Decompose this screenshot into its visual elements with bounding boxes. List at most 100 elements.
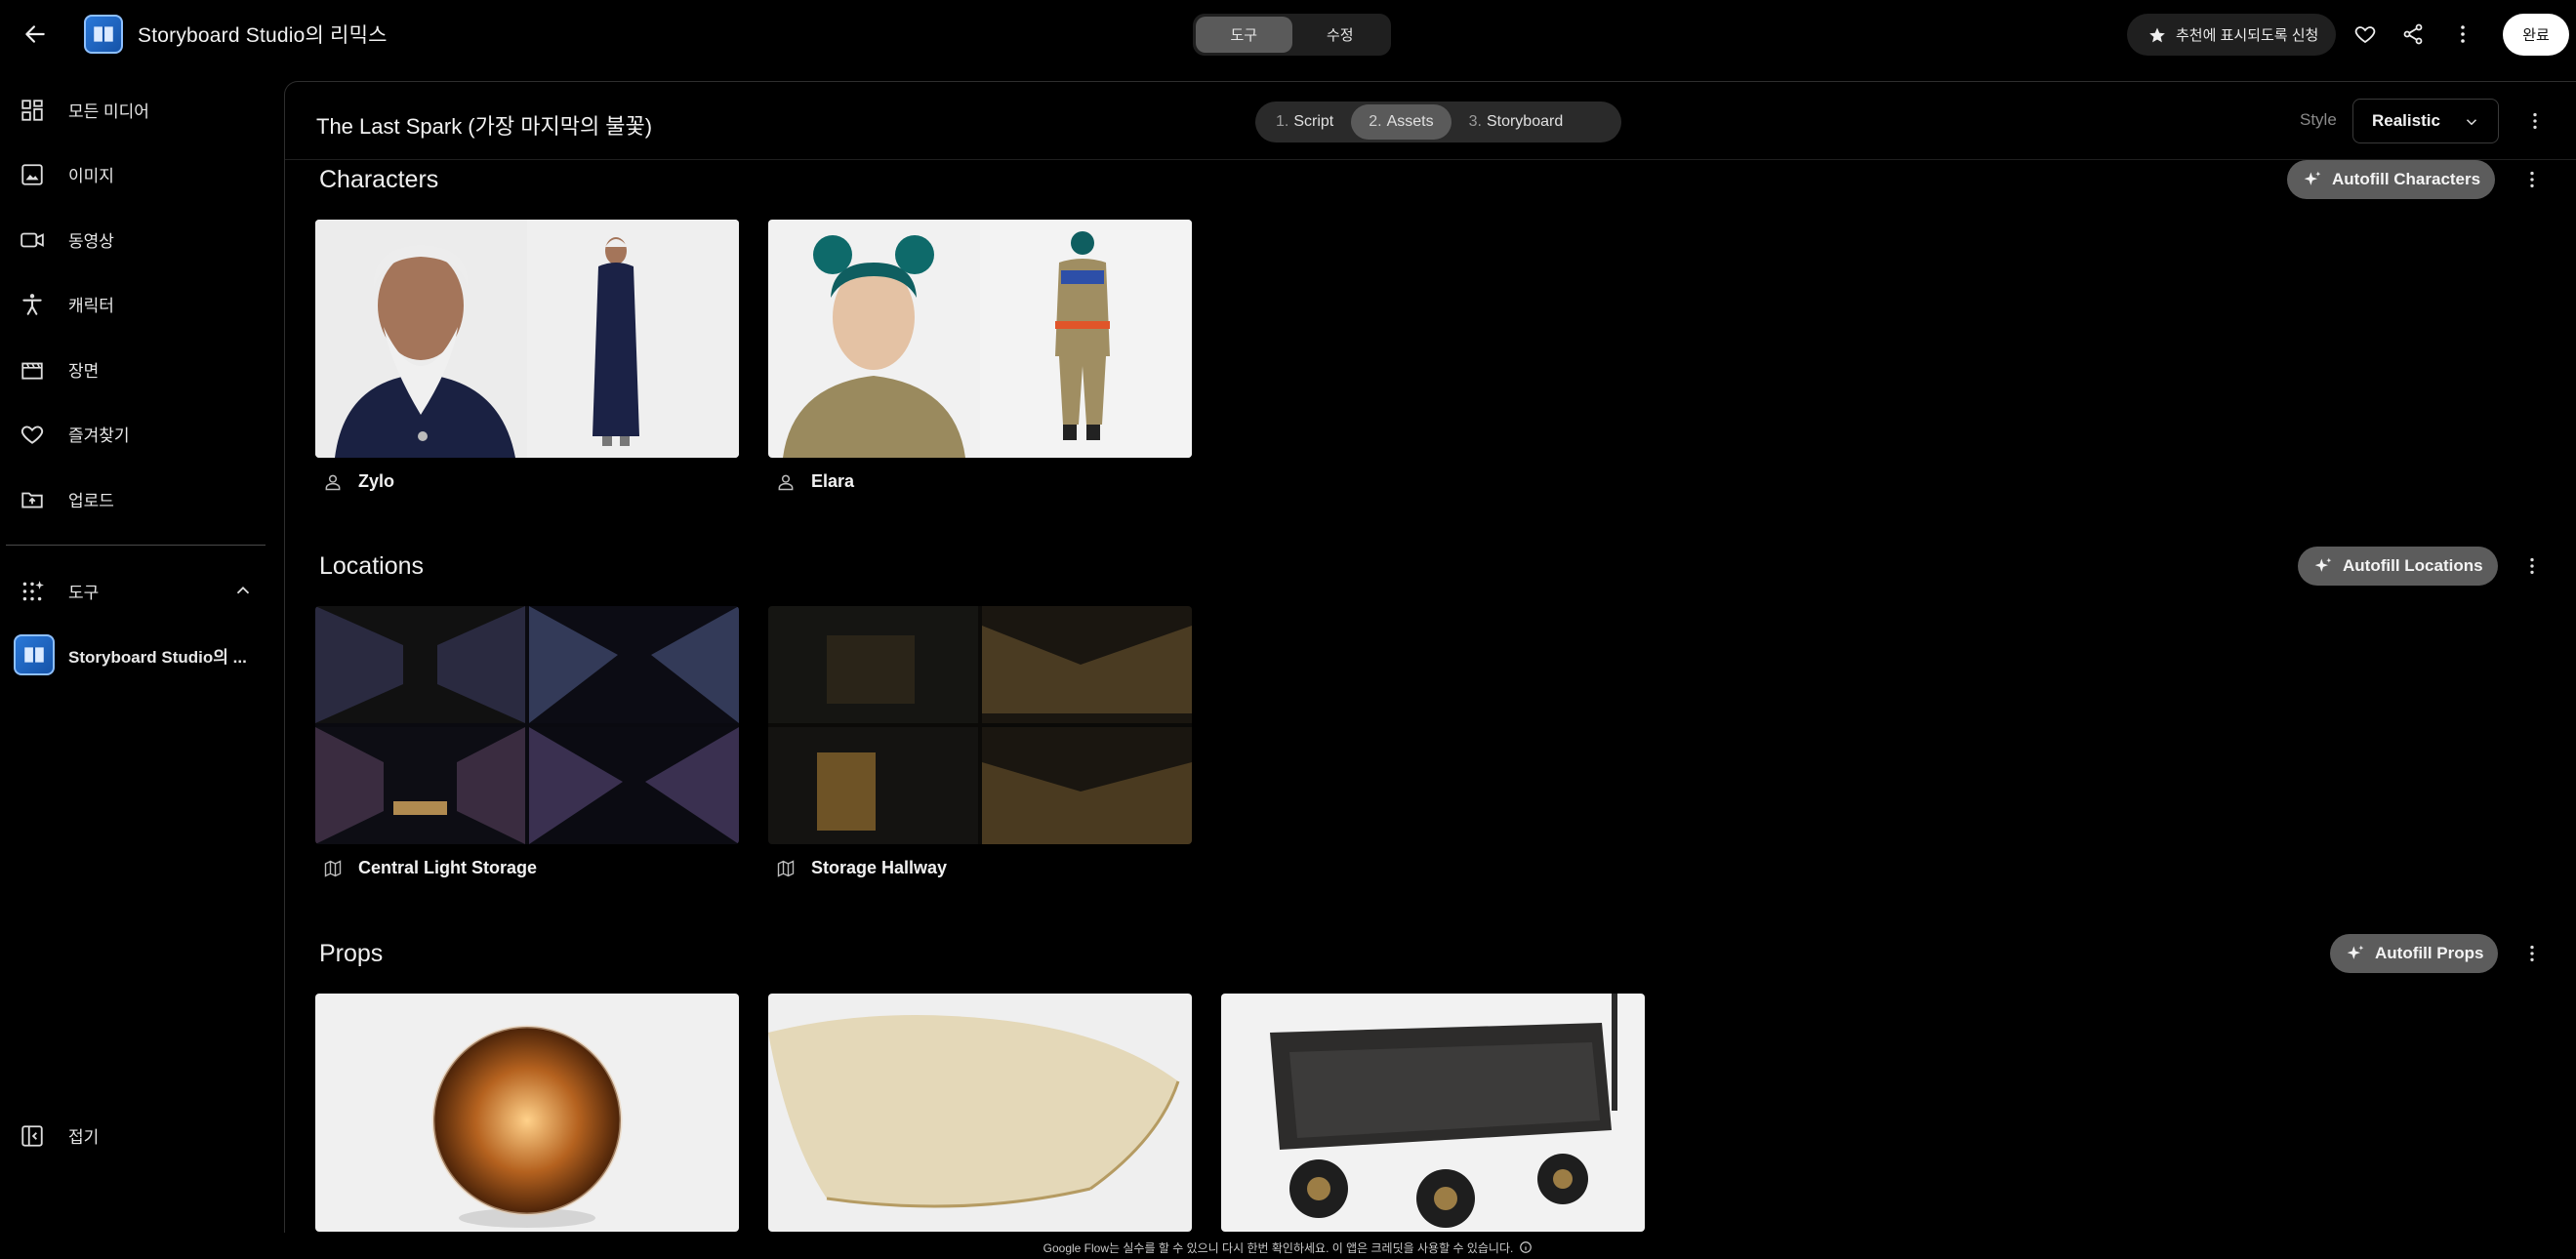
sidebar-item-label: 캐릭터 xyxy=(68,296,114,315)
person-outline-icon xyxy=(325,474,341,490)
share-button[interactable] xyxy=(2393,15,2433,54)
image-icon xyxy=(21,164,43,185)
sidebar-item-favorites[interactable]: 즐겨찾기 xyxy=(0,409,278,458)
star-icon xyxy=(2149,27,2165,42)
autofill-characters-label: Autofill Characters xyxy=(2332,170,2481,188)
sidebar-divider xyxy=(6,545,266,546)
character-image xyxy=(768,220,1192,458)
project-more-button[interactable] xyxy=(2520,106,2550,136)
card-caption: Elara xyxy=(776,471,854,492)
step-number: 1. xyxy=(1276,113,1289,130)
sparkle-grid-icon xyxy=(22,581,44,601)
sidebar-tools-label: 도구 xyxy=(68,583,100,602)
sidebar-collapse-button[interactable]: 접기 xyxy=(0,1111,278,1159)
footer-disclaimer: Google Flow는 실수를 할 수 있으니 다시 한번 확인하세요. 이 … xyxy=(0,1236,2576,1259)
more-vert-icon xyxy=(2461,25,2465,43)
more-vert-icon xyxy=(2530,557,2534,575)
person-outline-icon xyxy=(778,474,794,490)
upload-folder-icon xyxy=(21,492,43,508)
map-icon xyxy=(777,859,795,877)
request-featured-button[interactable]: 추천에 표시되도록 신청 xyxy=(2127,14,2336,56)
tab-edit[interactable]: 수정 xyxy=(1292,17,1389,53)
top-bar: Storyboard Studio의 리믹스 도구 수정 추천에 표시되도록 신… xyxy=(0,0,2576,68)
tab-storyboard[interactable]: 3. Storyboard xyxy=(1452,104,1581,140)
props-more-button[interactable] xyxy=(2517,939,2547,968)
sidebar-item-all-media[interactable]: 모든 미디어 xyxy=(0,85,278,134)
info-icon[interactable] xyxy=(1519,1240,1533,1254)
prop-image xyxy=(1221,994,1645,1232)
main-panel: The Last Spark (가장 마지막의 불꽃) 1. Script 2.… xyxy=(284,81,2576,1233)
sidebar-item-label: 이미지 xyxy=(68,166,114,185)
video-icon xyxy=(20,232,44,248)
tab-assets[interactable]: 2. Assets xyxy=(1351,104,1452,140)
book-icon xyxy=(14,634,55,675)
prop-image xyxy=(768,994,1192,1232)
style-value: Realistic xyxy=(2372,111,2440,130)
character-card-elara[interactable]: Elara xyxy=(768,220,1192,491)
favorite-button[interactable] xyxy=(2346,15,2385,54)
app-logo xyxy=(84,15,123,54)
sidebar-item-upload[interactable]: 업로드 xyxy=(0,474,278,523)
section-title-characters: Characters xyxy=(319,166,439,193)
sparkle-icon xyxy=(2304,171,2321,185)
tab-script[interactable]: 1. Script xyxy=(1258,104,1351,140)
characters-more-button[interactable] xyxy=(2517,165,2547,194)
map-icon xyxy=(324,859,342,877)
style-label: Style xyxy=(2300,110,2337,129)
step-label: Script xyxy=(1293,113,1334,130)
more-vert-icon xyxy=(2530,171,2534,188)
share-icon xyxy=(2403,23,2423,45)
step-tabs: 1. Script 2. Assets 3. Storyboard xyxy=(1255,102,1621,142)
step-label: Storyboard xyxy=(1486,113,1564,130)
autofill-locations-label: Autofill Locations xyxy=(2343,556,2483,575)
location-card-central-light-storage[interactable]: Central Light Storage xyxy=(315,606,739,877)
step-label: Assets xyxy=(1386,113,1434,130)
autofill-props-button[interactable]: Autofill Props xyxy=(2330,934,2499,973)
autofill-locations-button[interactable]: Autofill Locations xyxy=(2298,547,2498,586)
locations-more-button[interactable] xyxy=(2517,551,2547,581)
sidebar: 모든 미디어 이미지 동영상 캐릭터 장면 즐겨찾기 업로드 도구 Storyb… xyxy=(0,68,278,1259)
prop-card-3[interactable] xyxy=(1221,994,1645,1232)
heart-icon xyxy=(20,426,44,444)
style-select[interactable]: Realistic xyxy=(2352,99,2499,143)
more-menu-button[interactable] xyxy=(2443,15,2482,54)
project-title: The Last Spark (가장 마지막의 불꽃) xyxy=(316,114,653,139)
book-icon xyxy=(94,26,113,42)
tab-tools[interactable]: 도구 xyxy=(1196,17,1292,53)
sidebar-tools-header[interactable]: 도구 xyxy=(0,566,278,615)
sidebar-tool-label: Storyboard Studio의 ... xyxy=(68,647,247,667)
sidebar-collapse-label: 접기 xyxy=(68,1127,100,1147)
character-card-zylo[interactable]: Zylo xyxy=(315,220,739,491)
sidebar-item-scenes[interactable]: 장면 xyxy=(0,345,278,393)
sidebar-item-characters[interactable]: 캐릭터 xyxy=(0,279,278,328)
sidebar-item-label: 동영상 xyxy=(68,231,114,251)
section-title-props: Props xyxy=(319,940,384,967)
card-label: Storage Hallway xyxy=(811,858,948,877)
more-vert-icon xyxy=(2530,945,2534,962)
prop-card-2[interactable] xyxy=(768,994,1192,1232)
footer-disclaimer-text: Google Flow는 실수를 할 수 있으니 다시 한번 확인하세요. 이 … xyxy=(1043,1240,1514,1255)
card-caption: Central Light Storage xyxy=(323,858,537,878)
app-title: Storyboard Studio의 리믹스 xyxy=(138,24,388,47)
sidebar-item-label: 업로드 xyxy=(68,491,114,510)
done-button[interactable]: 완료 xyxy=(2503,14,2569,56)
sparkle-icon xyxy=(2347,945,2364,959)
autofill-props-label: Autofill Props xyxy=(2375,944,2484,962)
location-card-storage-hallway[interactable]: Storage Hallway xyxy=(768,606,1192,877)
sidebar-item-images[interactable]: 이미지 xyxy=(0,149,278,198)
heart-icon xyxy=(2354,26,2376,44)
back-button[interactable] xyxy=(16,15,55,54)
chevron-down-icon xyxy=(2466,119,2477,126)
sidebar-item-label: 장면 xyxy=(68,361,100,381)
request-featured-label: 추천에 표시되도록 신청 xyxy=(2176,27,2319,44)
sidebar-tool-storyboard-studio[interactable]: Storyboard Studio의 ... xyxy=(0,627,278,683)
prop-card-1[interactable] xyxy=(315,994,739,1232)
autofill-characters-button[interactable]: Autofill Characters xyxy=(2287,160,2496,199)
grid-icon xyxy=(21,100,43,121)
sidebar-item-videos[interactable]: 동영상 xyxy=(0,215,278,264)
card-caption: Storage Hallway xyxy=(776,858,947,878)
card-label: Elara xyxy=(811,471,855,491)
location-image xyxy=(768,606,1192,844)
step-number: 3. xyxy=(1468,113,1482,130)
sidebar-item-label: 모든 미디어 xyxy=(68,102,149,121)
